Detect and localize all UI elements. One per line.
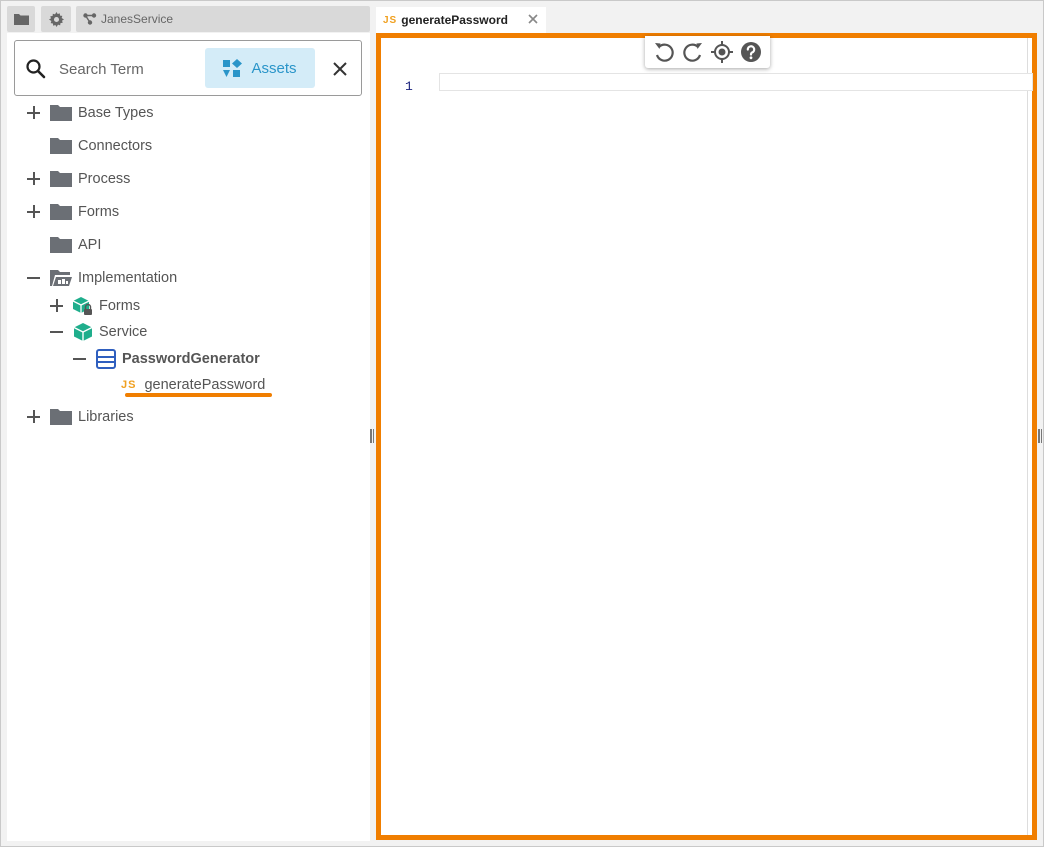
search-input[interactable] [59, 58, 199, 80]
tree-item-password-generator[interactable]: PasswordGenerator [73, 348, 260, 370]
tree-item-impl-forms[interactable]: Forms [50, 295, 140, 317]
tree-item-label: Service [99, 324, 148, 340]
breadcrumb-label: JanesService [101, 12, 174, 26]
assets-filter-button[interactable]: Assets [205, 48, 315, 88]
editor-scroll-edge [1027, 38, 1028, 835]
assets-label: Assets [251, 59, 297, 77]
editor-toolbar [645, 36, 770, 68]
open-folder-icon [50, 270, 72, 286]
tree-item-label: Process [78, 171, 131, 187]
search-box: Assets [14, 40, 362, 96]
locate-button[interactable] [710, 40, 734, 64]
right-splitter-handle[interactable] [1038, 429, 1042, 443]
module-icon [73, 323, 93, 341]
service-graph-icon [83, 13, 97, 25]
tree-item-base-types[interactable]: Base Types [27, 102, 154, 124]
target-icon [711, 41, 733, 63]
current-line-highlight[interactable] [439, 73, 1033, 91]
asset-tree-panel: Assets Base Types Connectors Process For… [7, 33, 370, 841]
collapse-icon[interactable] [27, 271, 41, 285]
expand-icon[interactable] [27, 172, 41, 186]
code-editor[interactable]: 1 [376, 33, 1037, 840]
tree-item-label: Forms [78, 204, 120, 220]
undo-icon [655, 43, 674, 62]
folder-icon [50, 237, 72, 253]
expand-icon[interactable] [50, 299, 64, 313]
highlight-underline [125, 393, 272, 397]
collapse-icon[interactable] [50, 325, 64, 339]
assets-icon [223, 59, 243, 77]
javascript-icon: JS [121, 379, 137, 391]
redo-icon [683, 43, 702, 62]
tab-label: generatePassword [401, 13, 508, 27]
breadcrumb[interactable]: JanesService [76, 6, 370, 32]
collapse-icon[interactable] [73, 352, 87, 366]
help-button[interactable] [739, 40, 763, 64]
locked-module-icon [73, 297, 92, 315]
expand-icon[interactable] [27, 410, 41, 424]
folder-icon [50, 409, 72, 425]
left-splitter-handle[interactable] [370, 429, 374, 443]
line-number: 1 [405, 79, 413, 94]
javascript-icon: JS [383, 14, 398, 26]
folder-icon [50, 171, 72, 187]
tree-item-label: Connectors [78, 138, 153, 154]
close-icon [333, 62, 347, 76]
tree-item-label: Forms [99, 298, 141, 314]
search-icon [26, 59, 46, 79]
tree-item-label: Implementation [78, 270, 178, 286]
settings-button[interactable] [41, 6, 71, 32]
folder-icon [50, 105, 72, 121]
tab-generate-password[interactable]: JS generatePassword [376, 7, 546, 33]
tree-item-label: API [78, 237, 102, 253]
tree-item-label: Libraries [78, 409, 134, 425]
undo-button[interactable] [652, 40, 676, 64]
tree-item-api[interactable]: API [27, 234, 101, 256]
tree-item-label: generatePassword [144, 377, 266, 393]
close-tab-icon[interactable] [528, 14, 538, 24]
folder-icon [50, 204, 72, 220]
folder-icon [13, 14, 29, 25]
folder-button[interactable] [7, 6, 35, 32]
tree-item-libraries[interactable]: Libraries [27, 406, 134, 428]
tree-item-forms[interactable]: Forms [27, 201, 119, 223]
expand-icon[interactable] [27, 106, 41, 120]
gear-icon [48, 11, 64, 27]
redo-button[interactable] [681, 40, 705, 64]
tree-item-connectors[interactable]: Connectors [27, 135, 152, 157]
expand-icon[interactable] [27, 205, 41, 219]
tree-item-label: PasswordGenerator [122, 351, 260, 367]
tree-item-implementation[interactable]: Implementation [27, 267, 177, 289]
tree-item-label: Base Types [78, 105, 154, 121]
clear-search-button[interactable] [329, 58, 351, 80]
class-icon [96, 349, 116, 369]
tree-item-process[interactable]: Process [27, 168, 130, 190]
help-icon [741, 42, 761, 62]
tree-item-service[interactable]: Service [50, 321, 147, 343]
folder-icon [50, 138, 72, 154]
